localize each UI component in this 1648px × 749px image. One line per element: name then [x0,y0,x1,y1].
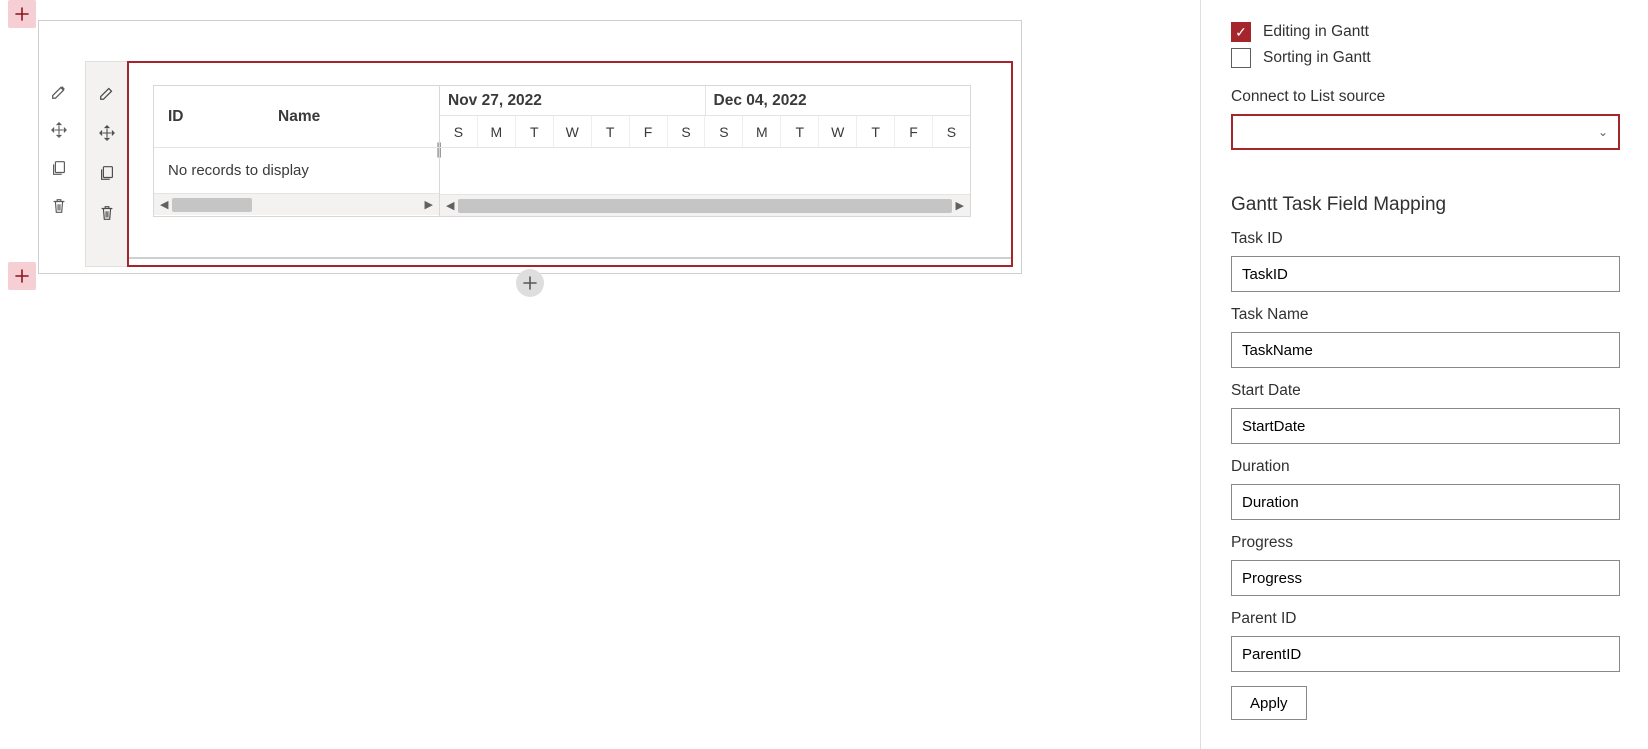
editing-in-gantt-label: Editing in Gantt [1263,23,1369,41]
day-cell: T [516,116,554,147]
duplicate-webpart-icon[interactable] [96,162,118,184]
move-webpart-icon[interactable] [96,122,118,144]
progress-label: Progress [1231,534,1620,552]
day-cell: W [554,116,592,147]
gantt-empty-message: No records to display [154,148,439,193]
task-id-input[interactable] [1231,256,1620,292]
apply-button[interactable]: Apply [1231,686,1307,720]
day-cell: S [440,116,478,147]
column-header-name[interactable]: Name [254,108,439,126]
day-cell: F [895,116,933,147]
move-section-icon[interactable] [48,119,70,141]
add-webpart-bottom-button[interactable] [8,262,36,290]
scroll-left-icon[interactable]: ◀ [446,199,454,212]
editing-in-gantt-checkbox[interactable] [1231,22,1251,42]
section-divider-line [129,257,1011,259]
gantt-timeline-weeks: Nov 27, 2022 Dec 04, 2022 [440,86,970,116]
task-name-label: Task Name [1231,306,1620,324]
scroll-right-icon[interactable]: ▶ [956,199,964,212]
week-header: Dec 04, 2022 [706,86,971,115]
edit-section-icon[interactable] [48,81,70,103]
scroll-thumb[interactable] [458,199,951,213]
editing-in-gantt-checkbox-row: Editing in Gantt [1231,22,1620,42]
delete-webpart-icon[interactable] [96,202,118,224]
day-cell: F [630,116,668,147]
day-cell: M [743,116,781,147]
webpart-selected-body[interactable]: || ID Name No records to display ◀ [127,61,1013,267]
section-toolbar [47,81,71,217]
scroll-thumb[interactable] [172,198,252,212]
connect-source-dropdown[interactable]: ⌄ [1231,114,1620,150]
add-webpart-top-button[interactable] [8,0,36,28]
gantt-timeline-scrollbar[interactable]: ◀ ▶ [440,194,970,216]
day-cell: T [592,116,630,147]
parent-id-input[interactable] [1231,636,1620,672]
gantt-grid-pane: ID Name No records to display ◀ ▶ [154,86,440,216]
chevron-down-icon: ⌄ [1598,125,1608,139]
progress-input[interactable] [1231,560,1620,596]
gantt-chart: || ID Name No records to display ◀ [153,85,971,217]
canvas-area: || ID Name No records to display ◀ [0,0,1200,749]
sorting-in-gantt-label: Sorting in Gantt [1263,49,1371,67]
delete-section-icon[interactable] [48,195,70,217]
field-mapping-heading: Gantt Task Field Mapping [1231,194,1620,216]
parent-id-label: Parent ID [1231,610,1620,628]
week-header: Nov 27, 2022 [440,86,706,115]
scroll-right-icon[interactable]: ▶ [425,198,433,211]
edit-webpart-icon[interactable] [96,82,118,104]
gantt-grid-header: ID Name [154,86,439,148]
connect-source-label: Connect to List source [1231,88,1620,106]
day-cell: M [478,116,516,147]
gantt-timeline-days: S M T W T F S S M T W T [440,116,970,148]
column-header-id[interactable]: ID [154,108,254,126]
duplicate-section-icon[interactable] [48,157,70,179]
duration-label: Duration [1231,458,1620,476]
day-cell: W [819,116,857,147]
gantt-grid-scrollbar[interactable]: ◀ ▶ [154,193,439,215]
day-cell: S [668,116,706,147]
start-date-input[interactable] [1231,408,1620,444]
day-cell: S [705,116,743,147]
webpart-wrapper: || ID Name No records to display ◀ [85,61,1013,267]
webpart-canvas-frame: || ID Name No records to display ◀ [38,20,1022,274]
gantt-timeline-pane: Nov 27, 2022 Dec 04, 2022 S M T W T F S [440,86,970,216]
task-name-input[interactable] [1231,332,1620,368]
day-cell: T [857,116,895,147]
start-date-label: Start Date [1231,382,1620,400]
day-cell: T [781,116,819,147]
duration-input[interactable] [1231,484,1620,520]
scroll-left-icon[interactable]: ◀ [160,198,168,211]
add-section-button[interactable] [516,269,544,297]
sorting-in-gantt-checkbox[interactable] [1231,48,1251,68]
webpart-toolbar [85,61,127,267]
gantt-timeline-body [440,148,970,194]
property-pane: Editing in Gantt Sorting in Gantt Connec… [1200,0,1648,749]
task-id-label: Task ID [1231,230,1620,248]
sorting-in-gantt-checkbox-row: Sorting in Gantt [1231,48,1620,68]
day-cell: S [933,116,970,147]
